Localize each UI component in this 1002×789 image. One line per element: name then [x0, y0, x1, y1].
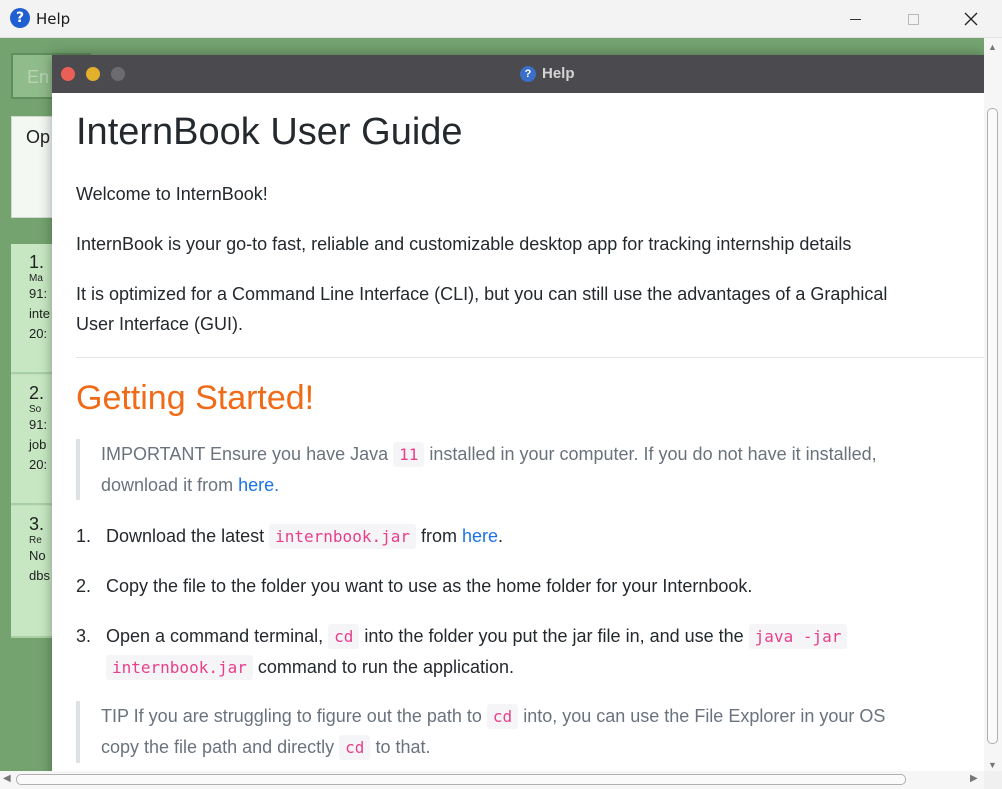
cd-code: cd [328, 624, 360, 649]
close-icon [964, 12, 978, 26]
tip-line2-prefix: copy the file path and directly [101, 737, 335, 757]
jar-name-code: internbook.jar [269, 524, 416, 549]
tip-line2-suffix: to that. [375, 737, 431, 757]
minimize-button[interactable] [826, 0, 884, 38]
important-note: IMPORTANT Ensure you have Java 11 instal… [76, 439, 984, 500]
step-number: 2. [76, 576, 92, 596]
tip-prefix: TIP If you are struggling to figure out … [101, 706, 482, 726]
help-icon: ? [520, 65, 536, 82]
help-window: ? Help InternBook User Guide Welcome to … [52, 55, 984, 789]
scrollbar-corner [984, 771, 1002, 789]
java-download-link[interactable]: here. [238, 475, 279, 495]
help-window-title: Help [542, 65, 575, 82]
step-3-prefix: Open a command terminal, [106, 626, 324, 646]
important-line2: download it from [101, 475, 234, 495]
vertical-scroll-thumb[interactable] [987, 108, 998, 744]
important-prefix: IMPORTANT Ensure you have Java [101, 444, 389, 464]
outer-titlebar: ? Help [0, 0, 1002, 38]
intro-text: InternBook is your go-to fast, reliable … [76, 234, 852, 254]
divider [76, 357, 984, 358]
close-button[interactable] [942, 0, 1000, 38]
cli-text: It is optimized for a Command Line Inter… [76, 279, 887, 339]
help-title-group: ? Help [520, 65, 575, 82]
horizontal-scrollbar[interactable]: ◀ ▶ [0, 771, 984, 789]
step-3-suffix: command to run the application. [257, 657, 515, 677]
tip-cd-code-2: cd [339, 735, 371, 760]
step-1: 1. Download the latest internbook.jar fro… [76, 521, 503, 552]
step-number: 1. [76, 526, 92, 546]
close-window-button[interactable] [61, 67, 75, 81]
step-number: 3. [76, 626, 92, 646]
step-1-prefix: Download the latest [106, 526, 265, 546]
tip-cd-code: cd [486, 704, 519, 729]
vertical-scrollbar[interactable]: ▲ ▼ [984, 38, 1002, 773]
maximize-icon [907, 13, 919, 25]
jar-file-code: internbook.jar [106, 655, 253, 680]
minimize-icon [849, 18, 861, 20]
jar-download-link[interactable]: here [462, 526, 498, 546]
step-3: 3. Open a command terminal, cd into the f… [76, 621, 848, 683]
help-app-icon: ? [10, 8, 30, 28]
user-guide-content: InternBook User Guide Welcome to InternB… [76, 93, 984, 789]
tip-suffix: into, you can use the File Explorer in y… [523, 706, 886, 726]
step-2: 2. Copy the file to the folder you want t… [76, 571, 752, 601]
tip-note: TIP If you are struggling to figure out … [76, 701, 984, 763]
getting-started-heading: Getting Started! [76, 379, 315, 417]
guide-title: InternBook User Guide [76, 111, 463, 153]
window-title: Help [36, 10, 71, 28]
maximize-button[interactable] [884, 0, 942, 38]
java-version-code: 11 [393, 442, 425, 467]
java-jar-code: java -jar [748, 624, 848, 649]
scroll-up-icon[interactable]: ▲ [988, 42, 997, 52]
welcome-text: Welcome to InternBook! [76, 184, 268, 204]
step-3-middle: into the folder you put the jar file in,… [364, 626, 744, 646]
step-1-suffix: . [498, 526, 504, 546]
step-2-text: Copy the file to the folder you want to … [106, 576, 753, 596]
cli-text-line1: It is optimized for a Command Line Inter… [76, 284, 888, 304]
scroll-left-icon[interactable]: ◀ [3, 773, 11, 784]
zoom-window-button[interactable] [111, 67, 125, 81]
step-1-middle: from [421, 526, 457, 546]
step-3-line2: internbook.jar command to run the applic… [76, 652, 847, 683]
horizontal-scroll-thumb[interactable] [16, 774, 906, 785]
scroll-down-icon[interactable]: ▼ [988, 760, 997, 770]
minimize-window-button[interactable] [86, 67, 100, 81]
cli-text-line2: User Interface (GUI). [76, 314, 244, 334]
help-titlebar: ? Help [52, 55, 984, 93]
important-suffix: installed in your computer. If you do no… [429, 444, 877, 464]
scroll-right-icon[interactable]: ▶ [970, 773, 978, 784]
